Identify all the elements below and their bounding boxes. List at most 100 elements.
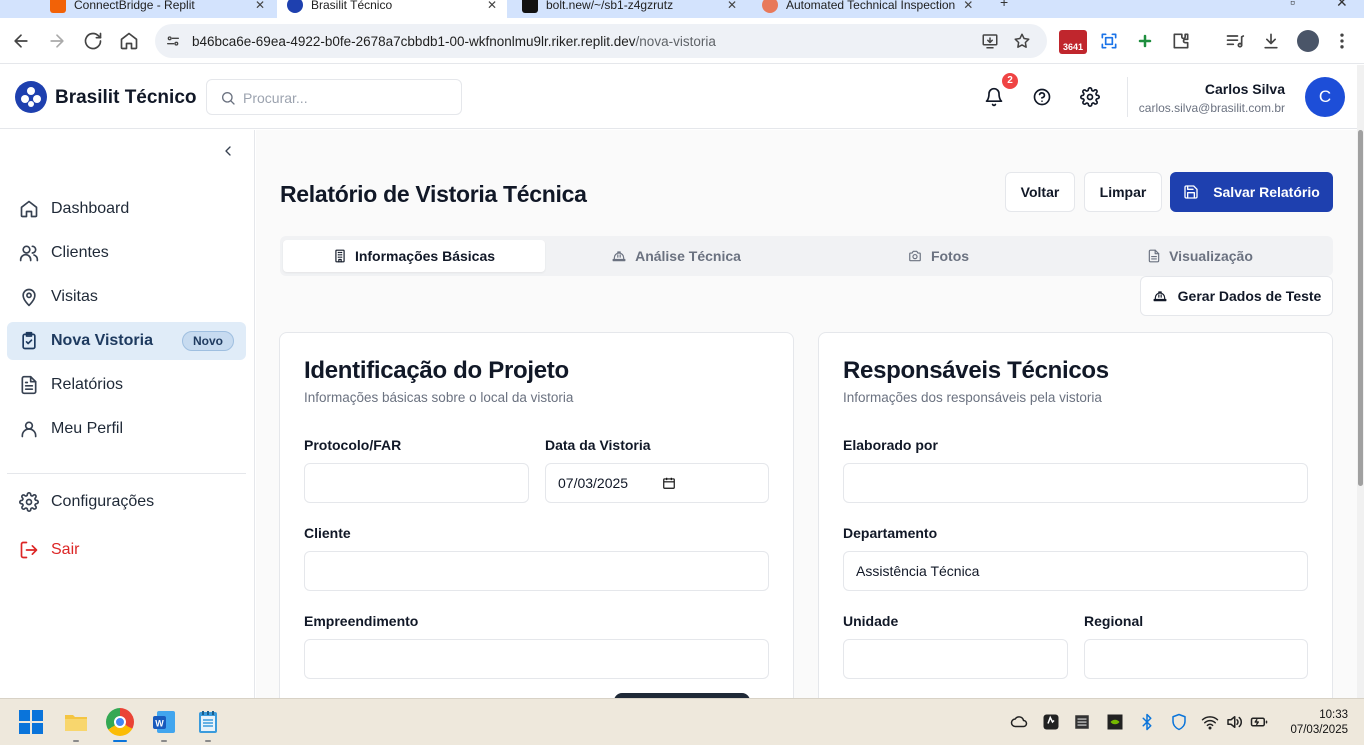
running-indicator (161, 740, 167, 742)
tab-analise-tecnica[interactable]: Análise Técnica (545, 240, 807, 272)
regional-label: Regional (1084, 613, 1144, 629)
empreendimento-label: Empreendimento (304, 613, 419, 629)
notification-count-badge: 2 (1002, 73, 1018, 89)
gear-icon (19, 492, 39, 512)
project-identification-card: Identificação do Projeto Informações bás… (279, 332, 794, 698)
close-icon[interactable]: ✕ (487, 0, 497, 12)
reload-icon[interactable] (83, 31, 103, 51)
users-icon (19, 245, 39, 262)
generate-test-data-label: Gerar Dados de Teste (1177, 288, 1322, 304)
brand-name[interactable]: Brasilit Técnico (55, 87, 197, 109)
settings-gear-icon[interactable] (1080, 87, 1100, 107)
site-info-icon[interactable] (165, 33, 181, 49)
browser-tab[interactable]: ConnectBridge - Replit ✕ (40, 0, 275, 18)
cliente-field[interactable] (304, 551, 769, 591)
data-vistoria-label: Data da Vistoria (545, 437, 651, 453)
plus-extension-icon[interactable] (1135, 31, 1155, 51)
tab-label: Informações Básicas (354, 248, 496, 264)
nvidia-icon[interactable] (1106, 713, 1124, 731)
security-app-icon[interactable] (1042, 713, 1060, 731)
empreendimento-field[interactable] (304, 639, 769, 679)
cloud-sync-icon[interactable] (1010, 713, 1028, 731)
defender-shield-icon[interactable] (1170, 713, 1188, 731)
sidebar-item-clientes[interactable]: Clientes (7, 234, 246, 272)
help-circle-icon[interactable] (1032, 87, 1052, 107)
clock-time: 10:33 (1319, 709, 1348, 721)
sidebar-item-label: Configurações (51, 493, 155, 510)
install-app-icon[interactable] (981, 32, 999, 50)
profile-avatar[interactable] (1297, 30, 1319, 52)
windows-start-icon[interactable] (18, 709, 44, 735)
departamento-field[interactable]: Assistência Técnica (843, 551, 1308, 591)
browser-tab-active[interactable]: Brasilit Técnico ✕ (277, 0, 507, 18)
word-icon[interactable]: W (151, 709, 177, 735)
kebab-menu-icon[interactable] (1332, 31, 1352, 51)
sidebar-item-dashboard[interactable]: Dashboard (7, 190, 246, 228)
unidade-field[interactable] (843, 639, 1068, 679)
user-icon (21, 421, 37, 438)
page-scrollbar[interactable] (1357, 65, 1364, 698)
scrollbar-thumb[interactable] (1358, 130, 1363, 486)
chrome-icon[interactable] (106, 708, 134, 736)
browser-tab[interactable]: bolt.new/~/sb1-z4gzrutz ✕ (512, 0, 747, 18)
tab-fotos[interactable]: Fotos (807, 240, 1069, 272)
sidebar-item-nova-vistoria[interactable]: Nova Vistoria Novo (7, 322, 246, 360)
sidebar-item-sair[interactable]: Sair (7, 531, 246, 569)
restore-window-icon[interactable]: ▫ (1290, 0, 1295, 10)
sidebar-item-label: Relatórios (51, 376, 124, 393)
sidebar-item-relatorios[interactable]: Relatórios (7, 366, 246, 404)
address-bar[interactable]: b46bca6e-69ea-4922-b0fe-2678a7cbbdb1-00-… (155, 24, 1047, 58)
brasilit-logo-icon[interactable] (15, 81, 47, 113)
collapse-sidebar-chevron-left-icon[interactable] (220, 143, 236, 159)
active-indicator (113, 740, 127, 742)
bookmark-star-icon[interactable] (1013, 32, 1031, 50)
puzzle-extensions-icon[interactable] (1171, 31, 1191, 51)
cliente-label: Cliente (304, 525, 351, 541)
sidebar-item-meu-perfil[interactable]: Meu Perfil (7, 410, 246, 448)
bluetooth-icon[interactable] (1138, 713, 1156, 731)
page-title: Relatório de Vistoria Técnica (280, 181, 587, 207)
notifications-bell-icon[interactable] (984, 87, 1004, 107)
generate-test-data-button[interactable]: Gerar Dados de Teste (1140, 276, 1333, 316)
volume-icon[interactable] (1225, 713, 1243, 731)
protocolo-field[interactable] (304, 463, 529, 503)
elaborado-por-field[interactable] (843, 463, 1308, 503)
search-input[interactable]: Procurar... (206, 79, 462, 115)
clear-button[interactable]: Limpar (1084, 172, 1162, 212)
extension-badge-icon[interactable]: 3641 (1059, 30, 1087, 54)
notepad-icon[interactable] (195, 709, 221, 735)
battery-icon[interactable] (1250, 713, 1268, 731)
report-tabs: Informações Básicas Análise Técnica Foto… (280, 236, 1333, 276)
save-report-button[interactable]: Salvar Relatório (1170, 172, 1333, 212)
sidebar-item-visitas[interactable]: Visitas (7, 278, 246, 316)
close-icon[interactable]: ✕ (255, 0, 265, 12)
media-control-icon[interactable] (1225, 31, 1245, 51)
close-window-icon[interactable]: ✕ (1336, 0, 1348, 11)
close-icon[interactable]: ✕ (727, 0, 737, 12)
browser-tab[interactable]: Automated Technical Inspection ✕ (752, 0, 982, 18)
keyboard-icon[interactable] (1073, 713, 1091, 731)
taskbar-clock[interactable]: 10:33 07/03/2025 (1290, 708, 1348, 738)
sidebar-item-configuracoes[interactable]: Configurações (7, 483, 246, 521)
wifi-icon[interactable] (1201, 713, 1219, 731)
sidebar-item-label: Dashboard (51, 200, 130, 217)
back-arrow-icon[interactable] (11, 31, 31, 51)
svg-text:W: W (155, 719, 164, 729)
data-vistoria-date-field[interactable]: 07/03/2025 (545, 463, 769, 503)
tab-informacoes-basicas[interactable]: Informações Básicas (283, 240, 545, 272)
forward-arrow-icon[interactable] (47, 31, 67, 51)
screenshot-extension-icon[interactable] (1099, 31, 1119, 51)
close-icon[interactable]: ✕ (963, 0, 973, 12)
download-icon[interactable] (1261, 31, 1281, 51)
tab-visualizacao[interactable]: Visualização (1069, 240, 1331, 272)
new-tab-icon[interactable]: + (1000, 0, 1008, 10)
calendar-icon[interactable] (662, 476, 676, 490)
sidebar-item-label: Clientes (51, 244, 109, 261)
back-button[interactable]: Voltar (1005, 172, 1075, 212)
regional-field[interactable] (1084, 639, 1308, 679)
user-avatar[interactable]: C (1305, 77, 1345, 117)
file-explorer-icon[interactable] (63, 709, 89, 735)
home-icon[interactable] (119, 31, 139, 51)
map-pin-icon (22, 288, 36, 307)
url-host: b46bca6e-69ea-4922-b0fe-2678a7cbbdb1-00-… (192, 34, 636, 49)
